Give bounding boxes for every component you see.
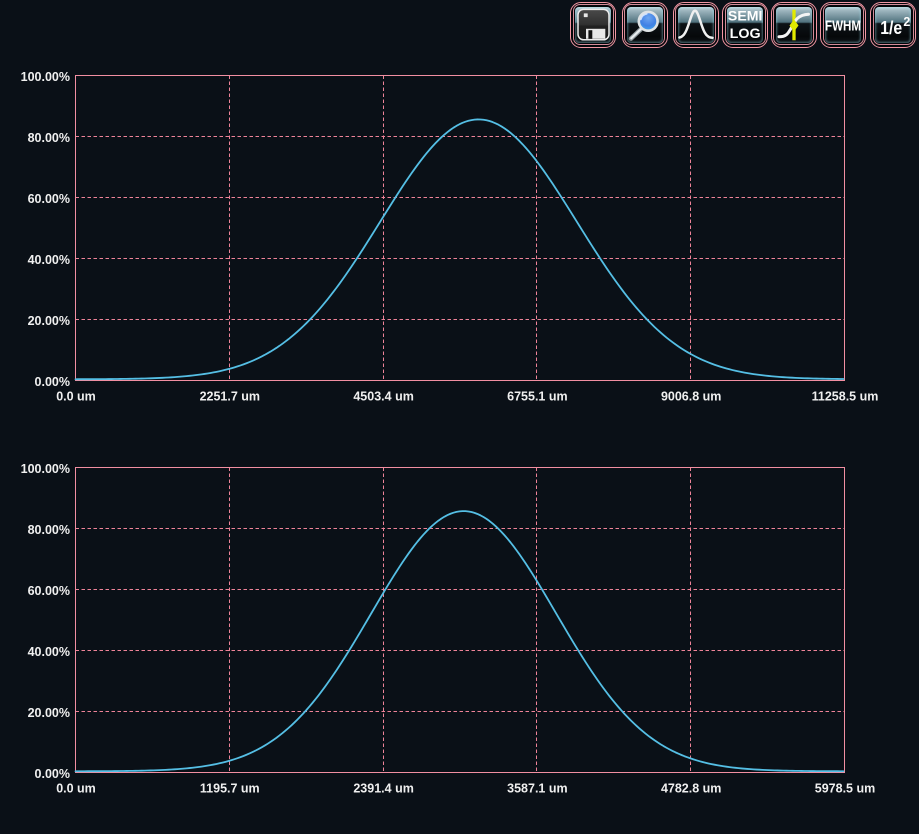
svg-text:3587.1 um: 3587.1 um [507,782,567,796]
svg-text:0.0 um: 0.0 um [56,782,96,796]
svg-text:LOG: LOG [730,26,761,41]
svg-text:80.00%: 80.00% [28,523,70,537]
svg-text:100.00%: 100.00% [21,462,70,476]
svg-text:2: 2 [903,15,910,29]
svg-text:20.00%: 20.00% [28,706,70,720]
svg-text:5978.5 um: 5978.5 um [815,782,875,796]
svg-text:40.00%: 40.00% [28,645,70,659]
svg-text:SEMI: SEMI [728,8,763,23]
svg-text:0.00%: 0.00% [35,767,70,781]
svg-text:1195.7 um: 1195.7 um [200,782,260,796]
svg-text:1/e: 1/e [880,17,902,37]
svg-text:FWHM: FWHM [825,18,861,34]
svg-text:2391.4 um: 2391.4 um [353,782,413,796]
svg-text:60.00%: 60.00% [28,584,70,598]
svg-text:4782.8 um: 4782.8 um [661,782,721,796]
